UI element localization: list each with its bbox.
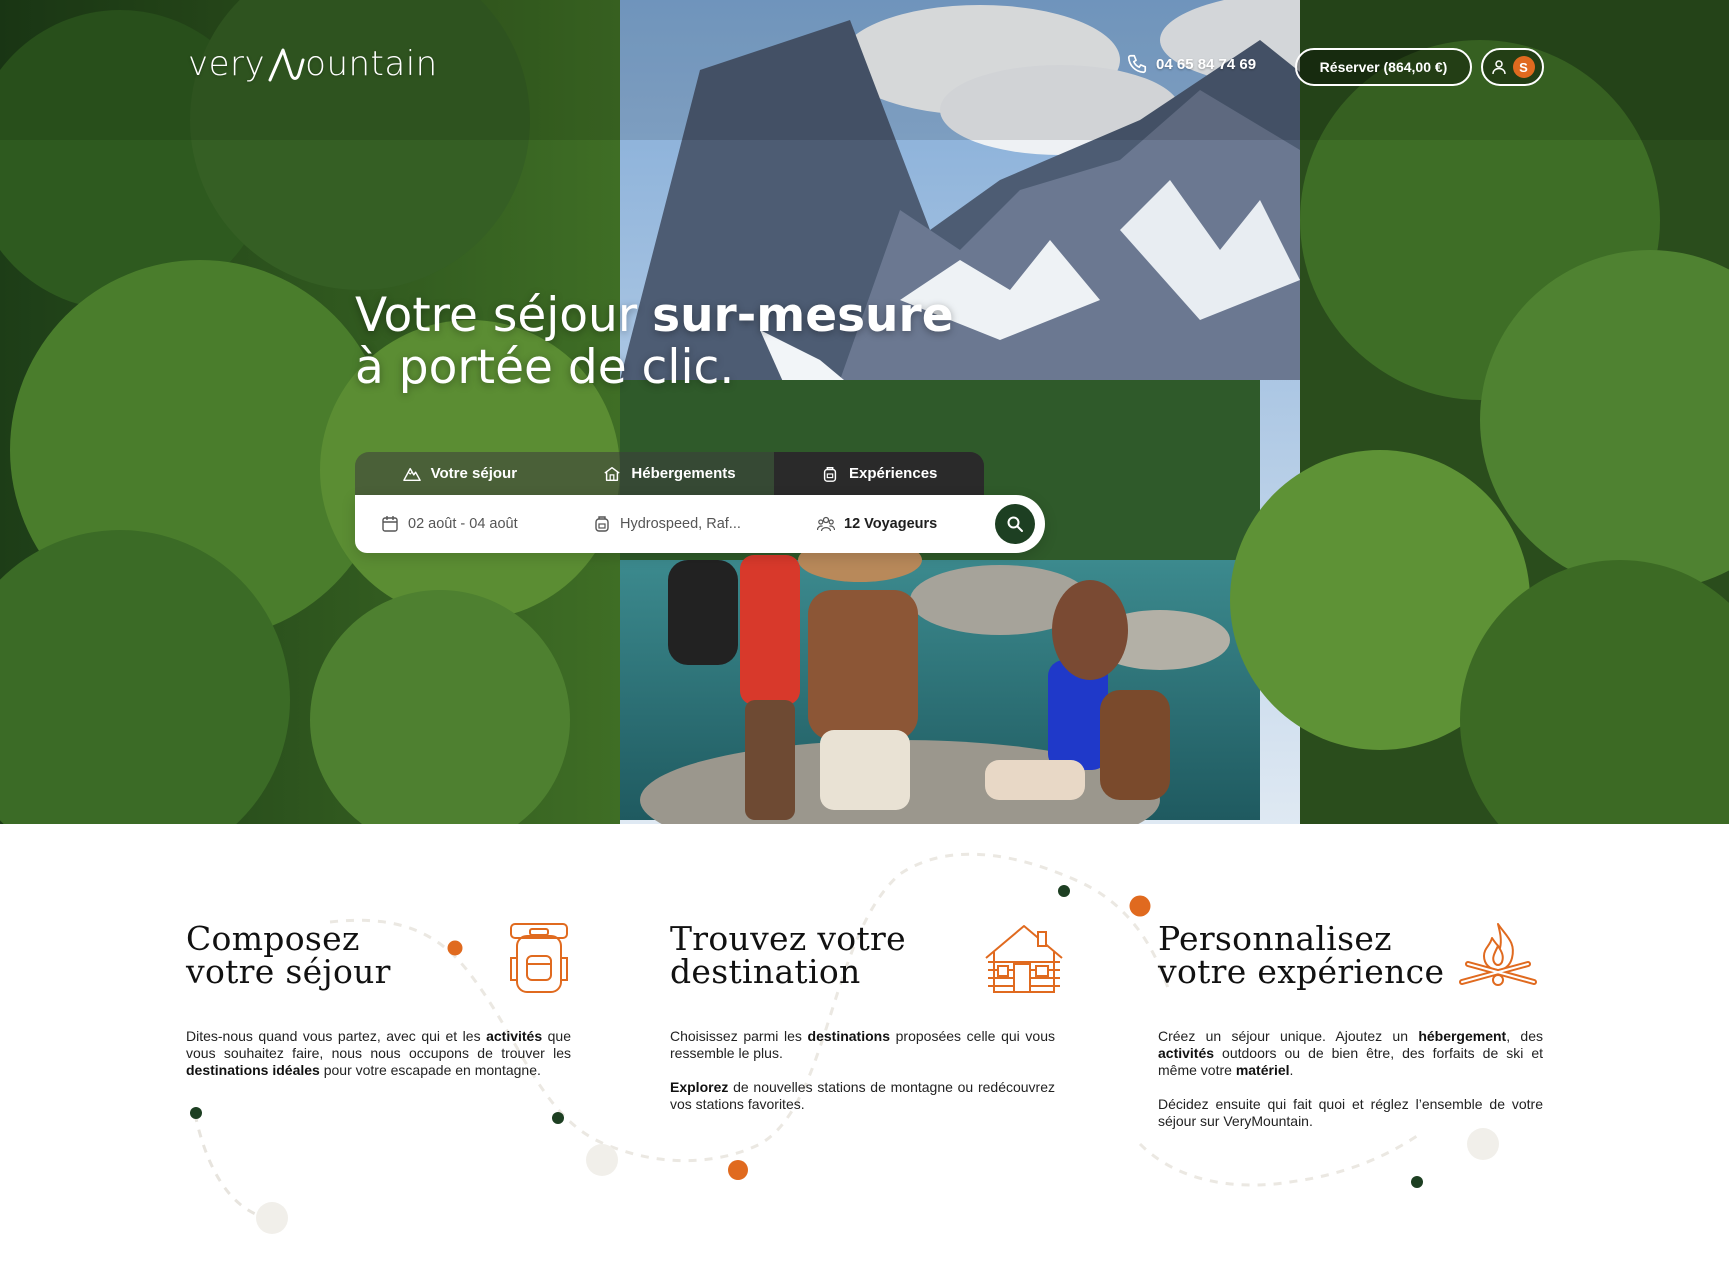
text-segment: pour votre escapade en montagne. xyxy=(319,1062,541,1078)
tab-hebergements-label: Hébergements xyxy=(631,465,736,482)
text-segment: Choisissez parmi les xyxy=(670,1028,808,1044)
phone-link[interactable]: 04 65 84 74 69 xyxy=(1126,53,1256,75)
cabin-icon xyxy=(985,925,1063,993)
travelers-value: 12 Voyageurs xyxy=(844,516,938,532)
user-avatar: S xyxy=(1512,56,1535,78)
dates-field[interactable]: 02 août - 04 août xyxy=(381,515,518,533)
text-segment: . xyxy=(1289,1062,1294,1078)
text-emphasis: matériel xyxy=(1235,1062,1290,1078)
search-tabs: Votre séjour Hébergements Expériences xyxy=(355,452,984,495)
hero-section: very ountain 04 65 84 74 69 Réserver (86… xyxy=(0,0,1729,824)
features-section: Composez votre séjour Dites-nous quand v… xyxy=(0,824,1729,1269)
logo-text-very: very xyxy=(188,44,266,84)
feature-destination: Trouvez votre destination Choisissez par… xyxy=(670,922,1063,1113)
top-navigation: very ountain 04 65 84 74 69 Réserver (86… xyxy=(0,0,1729,140)
text-emphasis: activités xyxy=(486,1028,543,1044)
feature-compose: Composez votre séjour Dites-nous quand v… xyxy=(186,922,571,1079)
feature-experience-text-2: Décidez ensuite qui fait quoi et réglez … xyxy=(1158,1096,1543,1130)
feature-experience: Personnalisez votre expérience Créez un … xyxy=(1158,922,1543,1130)
house-icon xyxy=(604,466,621,481)
backpack-icon xyxy=(510,923,568,993)
user-account-button[interactable]: S xyxy=(1481,48,1544,86)
hero-title-regular: Votre séjour xyxy=(355,288,653,343)
user-icon xyxy=(1491,60,1506,75)
feature-destination-title-line2: destination xyxy=(670,952,861,991)
calendar-icon xyxy=(382,516,398,532)
hero-title-line2: à portée de clic. xyxy=(355,340,735,395)
reserve-cart-button[interactable]: Réserver (864,00 €) xyxy=(1295,48,1472,86)
text-emphasis: destinations idéales xyxy=(186,1062,320,1078)
dates-value: 02 août - 04 août xyxy=(408,516,518,532)
text-emphasis: hébergement xyxy=(1418,1028,1507,1044)
tab-experiences-label: Expériences xyxy=(848,465,938,482)
text-segment: Dites-nous quand vous partez, avec qui e… xyxy=(186,1028,487,1044)
tab-votre-sejour[interactable]: Votre séjour xyxy=(355,452,565,495)
feature-experience-title: Personnalisez votre expérience xyxy=(1158,922,1458,988)
feature-experience-text-1: Créez un séjour unique. Ajoutez un héber… xyxy=(1158,1028,1543,1079)
backpack-icon xyxy=(595,516,609,532)
backpack-icon xyxy=(823,466,837,482)
tab-experiences[interactable]: Expériences xyxy=(774,452,984,495)
travelers-field[interactable]: 12 Voyageurs xyxy=(817,515,937,533)
phone-icon xyxy=(1127,54,1147,74)
text-segment: , des xyxy=(1506,1028,1544,1044)
logo-mountain-m-icon xyxy=(268,48,305,82)
search-button[interactable] xyxy=(995,504,1035,544)
text-emphasis: activités xyxy=(1158,1045,1215,1061)
feature-compose-text: Dites-nous quand vous partez, avec qui e… xyxy=(186,1028,571,1079)
hero-title: Votre séjour sur-mesure à portée de clic… xyxy=(355,290,954,394)
verymountain-logo[interactable]: very ountain xyxy=(188,44,438,84)
text-segment: Créez un séjour unique. Ajoutez un xyxy=(1158,1028,1419,1044)
activity-value: Hydrospeed, Raf... xyxy=(620,516,741,532)
search-bar: 02 août - 04 août Hydrospeed, Raf... 12 … xyxy=(355,495,1045,553)
phone-number: 04 65 84 74 69 xyxy=(1156,55,1257,73)
feature-destination-title: Trouvez votre destination xyxy=(670,922,970,988)
feature-compose-title-line2: votre séjour xyxy=(186,952,391,991)
text-segment: de nouvelles stations de montagne ou red… xyxy=(670,1079,1055,1112)
tab-votre-sejour-label: Votre séjour xyxy=(430,465,518,482)
hero-title-bold: sur-mesure xyxy=(652,288,954,343)
text-emphasis: Explorez xyxy=(670,1079,729,1095)
search-icon xyxy=(1007,516,1023,532)
feature-destination-text-1: Choisissez parmi les destinations propos… xyxy=(670,1028,1055,1062)
text-emphasis: destinations xyxy=(807,1028,890,1044)
campfire-icon xyxy=(1459,923,1537,986)
logo-text-ountain: ountain xyxy=(305,44,438,84)
feature-compose-title: Composez votre séjour xyxy=(186,922,486,988)
text-segment: outdoors ou de bien être, des forfaits d… xyxy=(1158,1045,1543,1078)
feature-destination-text-2: Explorez de nouvelles stations de montag… xyxy=(670,1079,1055,1113)
feature-experience-title-line2: votre expérience xyxy=(1158,952,1445,991)
text-segment: Décidez ensuite qui fait quoi et réglez … xyxy=(1158,1096,1543,1129)
tab-hebergements[interactable]: Hébergements xyxy=(565,452,775,495)
mountain-icon xyxy=(402,467,421,481)
activity-field[interactable]: Hydrospeed, Raf... xyxy=(593,515,741,533)
group-icon xyxy=(817,516,835,532)
